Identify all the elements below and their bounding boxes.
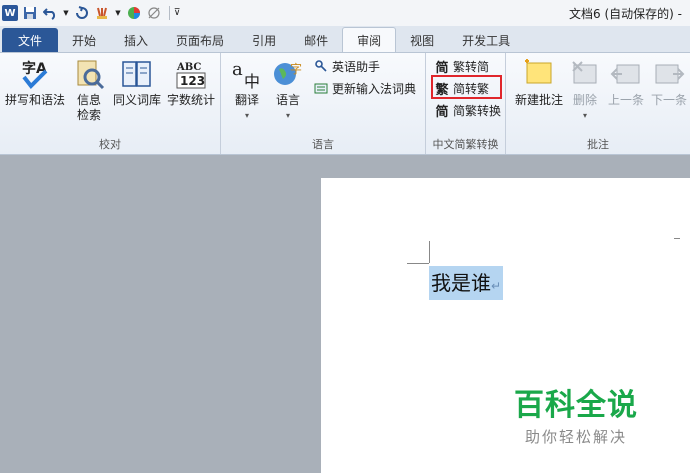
word-count-button[interactable]: ABC 123 字数统计 [164, 57, 218, 108]
format-dropdown-icon[interactable]: ▼ [114, 5, 122, 21]
color-icon[interactable] [126, 5, 142, 21]
language-icon: 字 [271, 57, 305, 91]
save-icon[interactable] [22, 5, 38, 21]
simp-to-trad-highlight [431, 75, 502, 99]
word-app-icon[interactable]: W [2, 5, 18, 21]
undo-icon[interactable] [42, 5, 58, 21]
group-comments: 新建批注 删除 ▾ 上一条 下一条 批注 [506, 53, 690, 154]
delete-comment-icon [568, 57, 602, 91]
spelling-button[interactable]: 字A 拼写和语法 [4, 57, 66, 108]
translate-label: 翻译 [234, 93, 259, 107]
convert-label: 简繁转换 [453, 103, 502, 118]
svg-text:中: 中 [244, 72, 260, 91]
research-icon [72, 57, 106, 91]
watermark: 百科全说 助你轻松解决 [514, 380, 638, 447]
delete-comment-button[interactable]: 删除 ▾ [568, 57, 602, 123]
svg-text:ABC: ABC [176, 62, 201, 73]
group-chinese-conversion: 简 繁转简 繁 简转繁 简 简繁转换 中文简繁转换 [426, 53, 506, 154]
ribbon-tabs: 文件 开始 插入 页面布局 引用 邮件 审阅 视图 开发工具 [0, 26, 690, 52]
new-comment-label: 新建批注 [514, 93, 563, 107]
clear-icon[interactable] [146, 5, 162, 21]
tab-references[interactable]: 引用 [238, 28, 290, 52]
tab-home[interactable]: 开始 [58, 28, 110, 52]
translate-icon: a中 [230, 57, 264, 91]
trad-to-simp-icon: 简 [435, 60, 449, 76]
ribbon-body: 字A 拼写和语法 信息 检索 同义词库 ABC 123 字数统计 校对 a 中 … [0, 52, 690, 155]
previous-comment-icon [609, 57, 643, 91]
selected-text-content: 我是谁 [431, 271, 491, 295]
svg-text:123: 123 [180, 74, 205, 88]
language-label: 语言 [275, 93, 300, 107]
crop-mark [674, 238, 680, 239]
paragraph-mark: ↵ [491, 279, 502, 293]
trad-to-simp-label: 繁转简 [453, 59, 490, 74]
crop-mark [429, 241, 430, 263]
thesaurus-icon [120, 57, 154, 91]
tab-view[interactable]: 视图 [396, 28, 448, 52]
group-label-chinese-conversion: 中文简繁转换 [432, 138, 499, 151]
tab-page-layout[interactable]: 页面布局 [162, 28, 238, 52]
english-assistant-label: 英语助手 [332, 59, 381, 74]
window-title: 文档6 (自动保存的) - [569, 7, 682, 21]
next-comment-icon [652, 57, 686, 91]
thesaurus-label: 同义词库 [112, 93, 161, 107]
toolbar-separator [169, 6, 170, 20]
svg-text:a: a [232, 59, 243, 80]
undo-dropdown-icon[interactable]: ▼ [62, 5, 70, 21]
convert-icon: 简 [435, 104, 449, 120]
language-button[interactable]: 字 语言 ▾ [269, 57, 307, 123]
delete-dropdown-icon[interactable]: ▾ [583, 108, 587, 123]
spelling-icon: 字A [18, 57, 52, 91]
group-proofing: 字A 拼写和语法 信息 检索 同义词库 ABC 123 字数统计 校对 [0, 53, 221, 154]
group-language: a中 翻译 ▾ 字 语言 ▾ 英语助手 更新输入法词典 语言 [221, 53, 426, 154]
update-ime-button[interactable]: 更新输入法词典 [313, 78, 416, 98]
tab-review[interactable]: 审阅 [342, 27, 397, 52]
crop-mark [407, 263, 429, 264]
thesaurus-button[interactable]: 同义词库 [110, 57, 164, 108]
quick-access-toolbar: W ▼ ▼ ⊽ [0, 0, 185, 26]
group-label-language: 语言 [312, 138, 334, 151]
update-ime-label: 更新输入法词典 [332, 81, 417, 96]
new-comment-icon [522, 57, 556, 91]
language-dropdown-icon[interactable]: ▾ [286, 108, 290, 123]
watermark-title: 百科全说 [514, 388, 638, 423]
selected-text[interactable]: 我是谁↵ [429, 266, 504, 300]
delete-comment-label: 删除 [572, 93, 597, 107]
spelling-label: 拼写和语法 [4, 93, 65, 107]
tab-mailings[interactable]: 邮件 [290, 28, 342, 52]
research-label-1: 信息 [76, 93, 101, 107]
tab-file[interactable]: 文件 [2, 28, 59, 52]
word-count-icon: ABC 123 [174, 57, 208, 91]
tab-developer[interactable]: 开发工具 [448, 28, 524, 52]
trad-to-simp-button[interactable]: 简 繁转简 [434, 56, 489, 76]
previous-comment-label: 上一条 [607, 93, 644, 107]
group-label-comments: 批注 [587, 138, 609, 151]
word-count-label: 字数统计 [166, 93, 215, 107]
update-ime-icon [313, 80, 329, 96]
english-assistant-button[interactable]: 英语助手 [313, 56, 380, 76]
customize-icon[interactable]: ⊽ [173, 5, 181, 21]
translate-dropdown-icon[interactable]: ▾ [245, 108, 249, 123]
translate-button[interactable]: a中 翻译 ▾ [227, 57, 267, 123]
next-comment-label: 下一条 [650, 93, 687, 107]
group-label-proofing: 校对 [99, 138, 121, 151]
tab-insert[interactable]: 插入 [110, 28, 162, 52]
title-bar: W ▼ ▼ ⊽ 文档6 (自动保存的) - [0, 0, 690, 26]
previous-comment-button[interactable]: 上一条 [606, 57, 646, 108]
english-assistant-icon [313, 58, 329, 74]
svg-text:字: 字 [290, 61, 302, 76]
research-label-2: 检索 [76, 108, 101, 122]
redo-icon[interactable] [74, 5, 90, 21]
next-comment-button[interactable]: 下一条 [648, 57, 690, 108]
format-painter-icon[interactable] [94, 5, 110, 21]
watermark-subtitle: 助你轻松解决 [524, 428, 627, 446]
research-button[interactable]: 信息 检索 [70, 57, 108, 123]
new-comment-button[interactable]: 新建批注 [510, 57, 568, 108]
convert-button[interactable]: 简 简繁转换 [434, 100, 501, 120]
